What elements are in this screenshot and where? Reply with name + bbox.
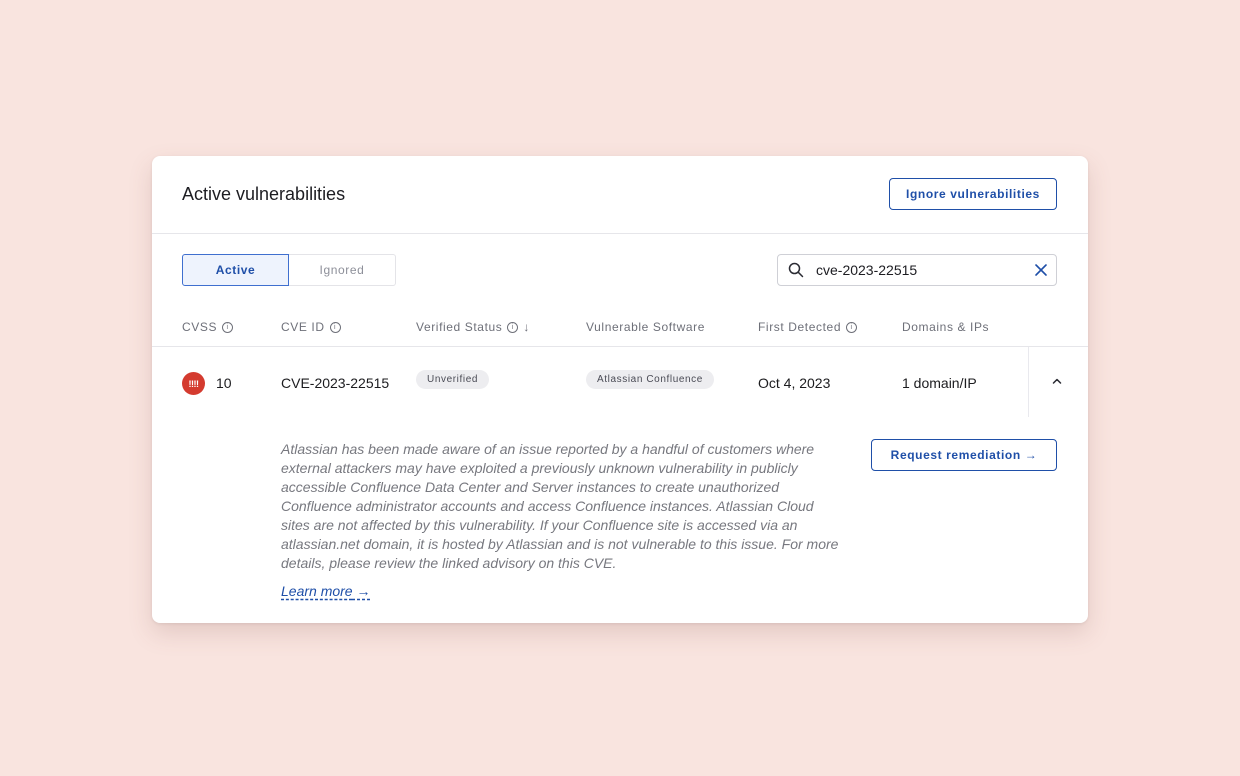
info-icon[interactable]: i	[222, 321, 234, 333]
info-icon[interactable]: i	[329, 321, 341, 333]
status-badge: Unverified	[416, 370, 490, 389]
arrow-right-icon: →	[352, 583, 371, 599]
request-remediation-button[interactable]: Request remediation →	[871, 439, 1057, 471]
chevron-up-icon[interactable]	[1051, 375, 1063, 387]
tab-active[interactable]: Active	[182, 254, 289, 286]
column-domains-ips[interactable]: Domains & IPs	[902, 320, 989, 334]
column-vulnerable-software[interactable]: Vulnerable Software	[586, 320, 705, 334]
info-icon[interactable]: i	[846, 321, 858, 333]
vulnerabilities-card: Active vulnerabilities Ignore vulnerabil…	[152, 156, 1088, 623]
close-icon[interactable]	[1034, 263, 1048, 277]
search-icon	[788, 262, 804, 278]
cve-id: CVE-2023-22515	[281, 375, 390, 391]
card-header: Active vulnerabilities Ignore vulnerabil…	[152, 156, 1088, 234]
search-input[interactable]	[814, 261, 1018, 279]
sort-down-icon[interactable]: ↓	[523, 320, 530, 334]
cvss-score: 10	[216, 375, 232, 391]
info-icon[interactable]: i	[507, 321, 519, 333]
column-cvss[interactable]: CVSS i	[182, 320, 234, 334]
software-badge: Atlassian Confluence	[586, 370, 714, 389]
search-field[interactable]	[777, 254, 1057, 286]
column-first-detected[interactable]: First Detected i	[758, 320, 858, 334]
arrow-right-icon: →	[1020, 448, 1038, 462]
ignore-vulnerabilities-button[interactable]: Ignore vulnerabilities	[889, 178, 1057, 210]
page-title: Active vulnerabilities	[182, 184, 346, 204]
column-verified-status[interactable]: Verified Status i ↓	[416, 320, 530, 334]
column-cve-id[interactable]: CVE ID i	[281, 320, 341, 334]
learn-more-link[interactable]: Learn more →	[281, 583, 370, 599]
first-detected-date: Oct 4, 2023	[758, 375, 831, 391]
tab-ignored[interactable]: Ignored	[289, 254, 396, 286]
divider	[1028, 347, 1029, 417]
table-header: CVSS i CVE ID i Verified Status i ↓ Vuln…	[152, 314, 1088, 347]
status-tabs: Active Ignored	[182, 254, 396, 286]
table-row[interactable]: !!!! 10 CVE-2023-22515 Unverified Atlass…	[152, 347, 1088, 419]
domains-count: 1 domain/IP	[902, 375, 977, 391]
vulnerability-description: Atlassian has been made aware of an issu…	[281, 441, 839, 571]
critical-severity-icon: !!!!	[182, 372, 205, 395]
